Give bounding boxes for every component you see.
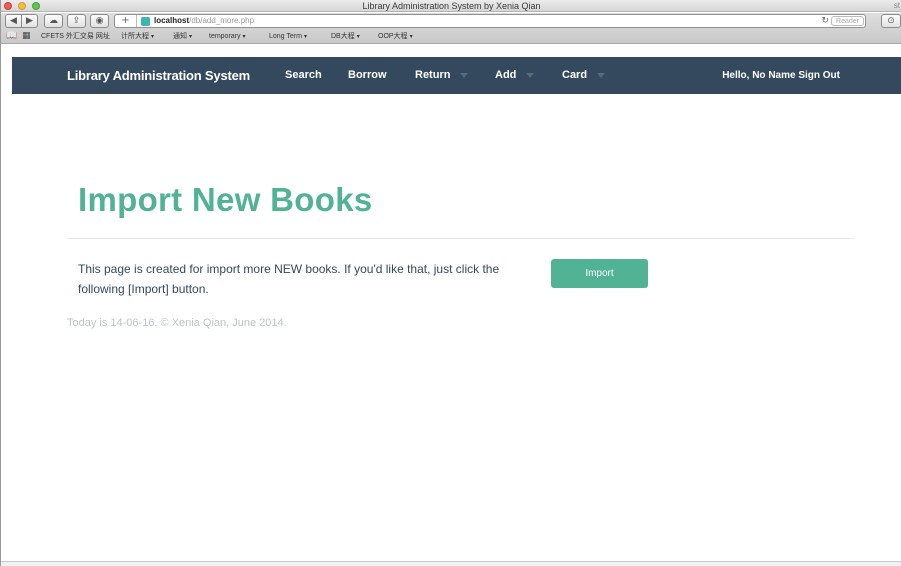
chevron-down-icon: ▾	[409, 34, 413, 40]
chevron-down-icon: ▾	[189, 34, 193, 40]
page-title: Import New Books	[78, 181, 373, 218]
window-title-right: st	[893, 1, 900, 10]
window-titlebar: Library Administration System by Xenia Q…	[1, 0, 901, 12]
reader-button[interactable]: Reader	[831, 16, 864, 26]
nav-item-add[interactable]: Add	[495, 57, 535, 94]
reading-list-icon[interactable]: 📖	[6, 31, 17, 42]
chevron-down-icon: ▾	[303, 34, 307, 40]
toolbar-row: ◀ ▶ ☁ ⇪ ◉ + localhost/db/add_more.php ↻ …	[1, 13, 901, 30]
chevron-down-icon	[526, 72, 535, 78]
back-button[interactable]: ◀	[5, 14, 22, 28]
address-bar[interactable]: + localhost/db/add_more.php ↻ Reader	[114, 14, 866, 28]
address-host: localhost	[154, 16, 190, 25]
window-bottom-edge	[1, 561, 901, 566]
bookmark-item[interactable]: DB大程 ▾	[331, 30, 360, 44]
top-sites-button[interactable]: ◉	[90, 14, 109, 28]
browser-window: Library Administration System by Xenia Q…	[0, 0, 901, 566]
nav-item-search[interactable]: Search	[285, 57, 322, 94]
title-divider	[67, 238, 855, 239]
reload-icon[interactable]: ↻	[821, 15, 829, 27]
user-greeting[interactable]: Hello, No Name Sign Out	[722, 57, 840, 94]
bookmark-item[interactable]: CFETS 外汇交易 网址	[41, 30, 110, 43]
page-description: This page is created for import more NEW…	[78, 262, 500, 296]
bookmark-item[interactable]: 计所大程 ▾	[121, 30, 154, 44]
nav-item-borrow[interactable]: Borrow	[348, 57, 387, 94]
chevron-down-icon	[460, 72, 469, 78]
chevron-down-icon: ▾	[356, 34, 360, 40]
bookmark-item[interactable]: Long Term ▾	[269, 30, 307, 44]
bookmark-item[interactable]: OOP大程 ▾	[378, 30, 413, 44]
window-title: Library Administration System by Xenia Q…	[362, 1, 541, 11]
nav-item-card[interactable]: Card	[562, 57, 606, 94]
site-favicon-icon	[141, 17, 150, 26]
site-navbar: Library Administration System Search Bor…	[12, 57, 901, 94]
chevron-down-icon: ▾	[151, 34, 155, 40]
nav-item-return[interactable]: Return	[415, 57, 469, 94]
site-brand[interactable]: Library Administration System	[67, 57, 250, 94]
forward-button[interactable]: ▶	[21, 14, 38, 28]
chevron-down-icon: ▾	[242, 34, 246, 40]
add-bookmark-icon[interactable]: +	[115, 15, 137, 27]
import-button[interactable]: Import	[551, 259, 648, 288]
downloads-button[interactable]: ⊙	[881, 14, 901, 28]
address-path: /db/add_more.php	[189, 16, 255, 25]
browser-toolbar: ◀ ▶ ☁ ⇪ ◉ + localhost/db/add_more.php ↻ …	[1, 13, 901, 44]
bookmark-item[interactable]: 通知 ▾	[173, 30, 192, 44]
bookmark-item[interactable]: temporary ▾	[209, 30, 246, 44]
share-button[interactable]: ⇪	[67, 14, 86, 28]
page-footer: Today is 14-06-16. © Xenia Qian, June 20…	[67, 317, 287, 329]
chevron-down-icon	[597, 72, 606, 78]
bookmarks-bar: 📖 ▦ CFETS 外汇交易 网址 计所大程 ▾ 通知 ▾ temporary ▾ L…	[1, 30, 901, 43]
top-sites-grid-icon[interactable]: ▦	[22, 31, 31, 42]
address-url[interactable]: localhost/db/add_more.php	[154, 15, 254, 27]
icloud-tabs-button[interactable]: ☁	[44, 14, 63, 28]
